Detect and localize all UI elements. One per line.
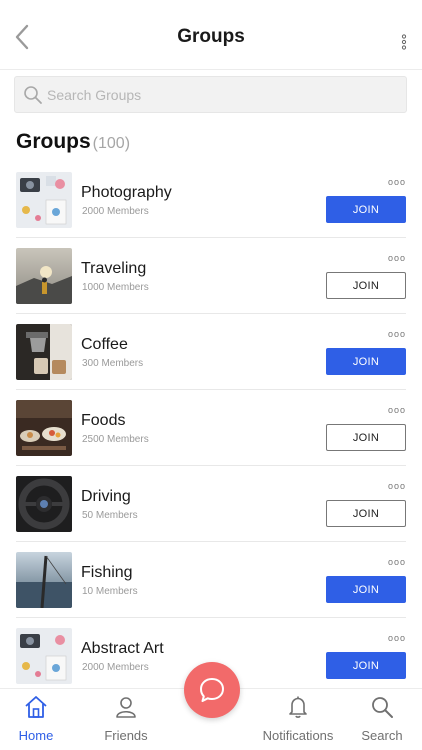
group-thumbnail-driving	[16, 476, 72, 532]
group-count: (100)	[92, 135, 131, 152]
row-more-button[interactable]: ooo	[388, 481, 406, 491]
search-input[interactable]	[47, 77, 397, 112]
group-name: Traveling	[81, 260, 147, 277]
bell-icon	[289, 696, 307, 718]
member-count: 10 Members	[82, 586, 138, 597]
row-more-button[interactable]: ooo	[388, 405, 406, 415]
join-button[interactable]: JOIN	[326, 424, 406, 451]
group-thumbnail-foods	[16, 400, 72, 456]
search-bar	[14, 76, 407, 113]
tab-label: Friends	[104, 728, 148, 743]
app-header: Groups	[0, 0, 422, 70]
group-thumbnail-abstract-art	[16, 628, 72, 684]
join-button[interactable]: JOIN	[326, 348, 406, 375]
member-count: 50 Members	[82, 510, 138, 521]
member-count: 2000 Members	[82, 662, 149, 673]
group-name: Driving	[81, 488, 131, 505]
page-title: Groups	[177, 26, 245, 47]
join-button[interactable]: JOIN	[326, 652, 406, 679]
search-icon	[23, 85, 43, 110]
more-options-button[interactable]	[400, 34, 408, 50]
section-heading: Groups (100)	[16, 130, 130, 154]
group-name: Coffee	[81, 336, 128, 353]
group-thumbnail-fishing	[16, 552, 72, 608]
group-thumbnail-traveling	[16, 248, 72, 304]
member-count: 300 Members	[82, 358, 144, 369]
join-button[interactable]: JOIN	[326, 196, 406, 223]
row-more-button[interactable]: ooo	[388, 633, 406, 643]
home-icon	[25, 696, 47, 718]
group-list: Photography 2000 Members ooo JOIN Travel…	[0, 162, 422, 694]
chat-fab-button[interactable]	[184, 662, 240, 718]
member-count: 2000 Members	[82, 206, 149, 217]
row-more-button[interactable]: ooo	[388, 557, 406, 567]
list-item[interactable]: Coffee 300 Members ooo JOIN	[16, 314, 406, 390]
vertical-dots-icon	[401, 34, 407, 50]
group-name: Photography	[81, 184, 172, 201]
member-count: 2500 Members	[82, 434, 149, 445]
row-more-button[interactable]: ooo	[388, 253, 406, 263]
chat-bubble-icon	[200, 678, 224, 702]
tab-notifications[interactable]: Notifications	[256, 695, 340, 743]
row-more-button[interactable]: ooo	[388, 329, 406, 339]
tab-label: Home	[18, 728, 54, 743]
join-button[interactable]: JOIN	[326, 500, 406, 527]
group-name: Abstract Art	[81, 640, 164, 657]
tab-friends[interactable]: Friends	[100, 695, 152, 743]
search-icon	[372, 697, 393, 718]
section-title: Groups	[16, 130, 91, 153]
row-more-button[interactable]: ooo	[388, 177, 406, 187]
group-name: Foods	[81, 412, 126, 429]
tab-label: Notifications	[262, 728, 334, 743]
group-name: Fishing	[81, 564, 133, 581]
member-count: 1000 Members	[82, 282, 149, 293]
group-thumbnail-coffee	[16, 324, 72, 380]
tab-label: Search	[361, 728, 403, 743]
list-item[interactable]: Foods 2500 Members ooo JOIN	[16, 390, 406, 466]
tab-home[interactable]: Home	[14, 695, 58, 743]
list-item[interactable]: Fishing 10 Members ooo JOIN	[16, 542, 406, 618]
tab-search[interactable]: Search	[356, 695, 408, 743]
group-thumbnail-photography	[16, 172, 72, 228]
list-item[interactable]: Photography 2000 Members ooo JOIN	[16, 162, 406, 238]
join-button[interactable]: JOIN	[326, 272, 406, 299]
list-item[interactable]: Traveling 1000 Members ooo JOIN	[16, 238, 406, 314]
list-item[interactable]: Driving 50 Members ooo JOIN	[16, 466, 406, 542]
person-icon	[116, 697, 136, 718]
join-button[interactable]: JOIN	[326, 576, 406, 603]
